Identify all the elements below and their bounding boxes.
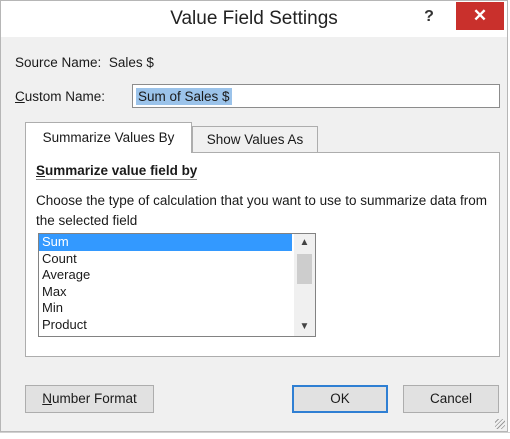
close-button[interactable]: ✕: [456, 2, 504, 30]
value-field-settings-dialog: Value Field Settings ? ✕ Source Name: Sa…: [0, 0, 508, 432]
list-item[interactable]: Max: [39, 284, 292, 301]
calculation-description: Choose the type of calculation that you …: [36, 193, 487, 228]
scroll-down-arrow-icon[interactable]: ▼: [294, 318, 315, 336]
custom-name-field[interactable]: Sum of Sales $: [132, 84, 500, 108]
list-scrollbar[interactable]: ▲ ▼: [294, 234, 315, 336]
number-format-label: umber Format: [51, 391, 137, 406]
scroll-up-arrow-icon[interactable]: ▲: [294, 234, 315, 252]
list-item[interactable]: Average: [39, 267, 292, 284]
section-title-text: ummarize value field by: [45, 163, 198, 178]
custom-name-label: Custom Name:: [15, 89, 105, 104]
source-name-row: Source Name: Sales $: [15, 55, 154, 70]
close-icon: ✕: [472, 6, 488, 25]
list-item[interactable]: Min: [39, 300, 292, 317]
tab-summarize-values-by[interactable]: Summarize Values By: [25, 122, 192, 153]
list-item[interactable]: Count: [39, 251, 292, 268]
custom-name-label-text: ustom Name:: [24, 89, 106, 104]
custom-name-value: Sum of Sales $: [136, 88, 232, 105]
section-title: Summarize value field by: [36, 163, 198, 180]
title-bar: Value Field Settings ? ✕: [1, 1, 507, 37]
custom-name-accesskey: C: [15, 89, 25, 104]
cancel-button[interactable]: Cancel: [403, 385, 499, 413]
help-button[interactable]: ?: [417, 5, 441, 29]
scroll-thumb[interactable]: [297, 254, 312, 284]
number-format-accesskey: N: [42, 391, 52, 406]
summarize-tab-panel: Summarize value field by Choose the type…: [25, 152, 500, 357]
tab-show-values-as[interactable]: Show Values As: [192, 126, 318, 153]
number-format-button[interactable]: Number Format: [25, 385, 154, 413]
source-name-value: Sales $: [108, 55, 154, 70]
section-title-accesskey: S: [36, 163, 46, 178]
list-item[interactable]: Sum: [39, 234, 292, 251]
list-item[interactable]: Product: [39, 317, 292, 334]
ok-button[interactable]: OK: [292, 385, 388, 413]
resize-grip-icon[interactable]: [495, 419, 505, 429]
calculation-listbox[interactable]: Sum Count Average Max Min Product ▲ ▼: [38, 233, 316, 337]
source-name-label: Source Name:: [15, 55, 102, 70]
